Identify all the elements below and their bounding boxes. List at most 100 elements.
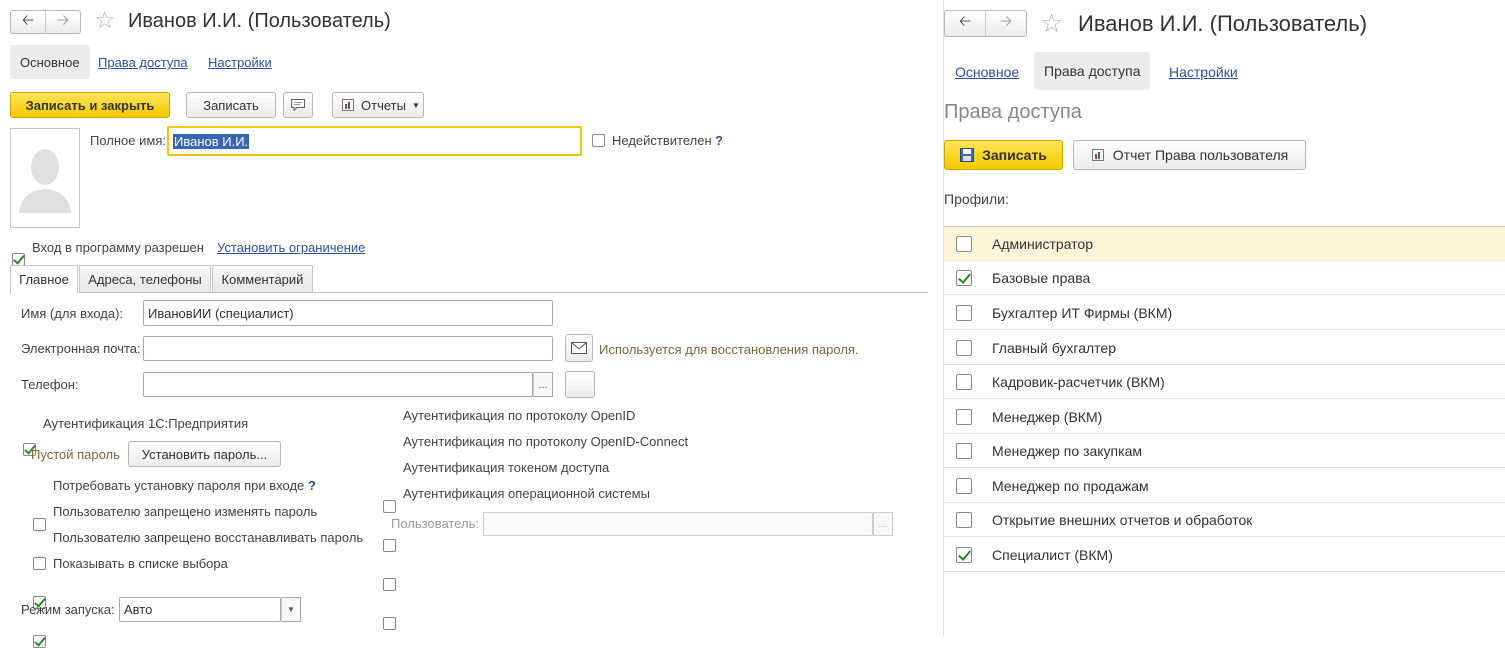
report-icon — [342, 99, 354, 111]
invalid-checkbox[interactable] — [592, 134, 605, 147]
reports-label: Отчеты — [361, 97, 406, 113]
profile-row[interactable]: Менеджер по закупкам — [944, 434, 1505, 468]
inner-tab-comment[interactable]: Комментарий — [212, 265, 313, 292]
favorite-star-icon[interactable]: ☆ — [1040, 10, 1063, 36]
forward-arrow-icon[interactable]: 🡢 — [45, 11, 80, 33]
inner-tab-addresses[interactable]: Адреса, телефоны — [79, 265, 211, 292]
invalid-help-icon[interactable]: ? — [715, 133, 723, 148]
save-and-close-button[interactable]: Записать и закрыть — [10, 92, 170, 118]
os-user-select-button[interactable]: ... — [873, 512, 893, 536]
avatar[interactable] — [10, 128, 80, 228]
nav-buttons: 🡠 🡢 — [10, 10, 81, 34]
auth-openid-connect-checkbox[interactable] — [383, 539, 396, 552]
favorite-star-icon[interactable]: ☆ — [94, 9, 116, 33]
profile-checkbox[interactable] — [956, 546, 972, 563]
save-button-right[interactable]: Записать — [944, 140, 1063, 170]
auth-openid-checkbox[interactable] — [383, 500, 396, 513]
tab-access-rights[interactable]: Права доступа — [98, 55, 188, 70]
show-in-list-label: Показывать в списке выбора — [53, 556, 228, 571]
profiles-label: Профили: — [944, 191, 1009, 207]
require-password-checkbox[interactable] — [33, 518, 46, 531]
invalid-label: Недействителен — [612, 133, 712, 148]
profile-row[interactable]: Базовые права — [944, 261, 1505, 295]
profile-checkbox[interactable] — [956, 511, 972, 528]
show-in-list-checkbox[interactable] — [33, 635, 46, 648]
profile-checkbox[interactable] — [956, 304, 972, 321]
back-arrow-icon[interactable]: 🡠 — [11, 11, 45, 33]
send-email-button[interactable] — [565, 334, 593, 362]
floppy-disk-icon — [960, 148, 975, 162]
login-name-input[interactable]: ИвановИИ (специалист) — [143, 300, 553, 326]
login-name-label: Имя (для входа): — [21, 306, 124, 321]
profile-label: Администратор — [992, 235, 1094, 252]
section-title: Права доступа — [944, 101, 1082, 123]
inner-tab-main[interactable]: Главное — [10, 265, 78, 293]
email-hint: Используется для восстановления пароля. — [599, 342, 859, 357]
profile-checkbox[interactable] — [956, 442, 972, 459]
profile-row[interactable]: Открытие внешних отчетов и обработок — [944, 503, 1505, 537]
profile-checkbox[interactable] — [956, 339, 972, 356]
phone-input[interactable] — [143, 372, 533, 397]
full-name-value: Иванов И.И. — [173, 133, 250, 149]
reports-dropdown[interactable]: Отчеты ▼ — [332, 92, 424, 118]
comment-button[interactable] — [283, 92, 313, 118]
email-input[interactable] — [143, 336, 553, 361]
email-label: Электронная почта: — [21, 341, 141, 356]
launch-mode-dropdown-icon[interactable]: ▼ — [281, 597, 301, 622]
forward-arrow-icon[interactable]: 🡢 — [985, 11, 1026, 36]
phone-label: Телефон: — [21, 377, 79, 392]
tab-access-rights-right[interactable]: Права доступа — [1034, 52, 1151, 90]
profile-checkbox[interactable] — [956, 235, 972, 252]
set-restriction-link[interactable]: Установить ограничение — [217, 240, 365, 255]
save-label: Записать — [982, 147, 1047, 163]
profile-label: Менеджер по продажам — [992, 477, 1149, 494]
auth-os-checkbox[interactable] — [383, 617, 396, 630]
launch-mode-select[interactable]: Авто — [119, 597, 281, 622]
profile-checkbox[interactable] — [956, 373, 972, 390]
profile-label: Кадровик-расчетчик (ВКМ) — [992, 373, 1165, 390]
set-password-button[interactable]: Установить пароль... — [128, 441, 281, 467]
auth-openid-connect-label: Аутентификация по протоколу OpenID-Conne… — [403, 434, 689, 449]
profile-checkbox[interactable] — [956, 408, 972, 425]
profile-checkbox[interactable] — [956, 269, 972, 286]
deny-restore-password-label: Пользователю запрещено восстанавливать п… — [53, 530, 364, 545]
profile-row[interactable]: Кадровик-расчетчик (ВКМ) — [944, 365, 1505, 399]
profile-label: Главный бухгалтер — [992, 339, 1116, 356]
deny-change-password-checkbox[interactable] — [33, 557, 46, 570]
profile-row[interactable]: Администратор — [944, 227, 1505, 261]
profile-label: Специалист (ВКМ) — [992, 546, 1113, 563]
profile-row[interactable]: Менеджер (ВКМ) — [944, 400, 1505, 434]
profile-row[interactable]: Специалист (ВКМ) — [944, 538, 1505, 572]
profile-checkbox[interactable] — [956, 477, 972, 494]
auth-token-checkbox[interactable] — [383, 578, 396, 591]
tab-divider — [10, 292, 928, 293]
profile-label: Бухгалтер ИТ Фирмы (ВКМ) — [992, 304, 1173, 321]
phone-action-button[interactable] — [565, 371, 595, 398]
window-title-right: Иванов И.И. (Пользователь) — [1078, 11, 1368, 36]
profile-label: Менеджер (ВКМ) — [992, 408, 1103, 425]
require-password-help-icon[interactable]: ? — [308, 478, 316, 493]
tab-settings[interactable]: Настройки — [208, 55, 272, 70]
save-button[interactable]: Записать — [186, 92, 276, 118]
auth-openid-label: Аутентификация по протоколу OpenID — [403, 408, 636, 423]
full-name-label: Полное имя: — [90, 133, 166, 148]
phone-select-button[interactable]: ... — [533, 372, 553, 397]
profile-row[interactable]: Бухгалтер ИТ Фирмы (ВКМ) — [944, 296, 1505, 330]
report-icon — [1091, 149, 1104, 161]
auth-token-label: Аутентификация токеном доступа — [403, 460, 610, 475]
login-allowed-label: Вход в программу разрешен — [32, 240, 204, 255]
launch-mode-label: Режим запуска: — [21, 602, 115, 617]
dropdown-caret-icon: ▼ — [411, 100, 420, 110]
full-name-input[interactable]: Иванов И.И. — [167, 126, 582, 156]
profile-row[interactable]: Менеджер по продажам — [944, 469, 1505, 503]
os-user-input[interactable] — [483, 512, 873, 536]
envelope-icon — [571, 342, 587, 354]
tab-main-right[interactable]: Основное — [955, 64, 1019, 80]
comment-icon — [291, 99, 305, 111]
profile-row[interactable]: Главный бухгалтер — [944, 331, 1505, 365]
tab-settings-right[interactable]: Настройки — [1169, 64, 1238, 80]
back-arrow-icon[interactable]: 🡠 — [945, 11, 985, 36]
user-rights-report-button[interactable]: Отчет Права пользователя — [1073, 140, 1306, 170]
tab-main[interactable]: Основное — [10, 45, 90, 79]
user-silhouette-icon — [19, 149, 71, 213]
